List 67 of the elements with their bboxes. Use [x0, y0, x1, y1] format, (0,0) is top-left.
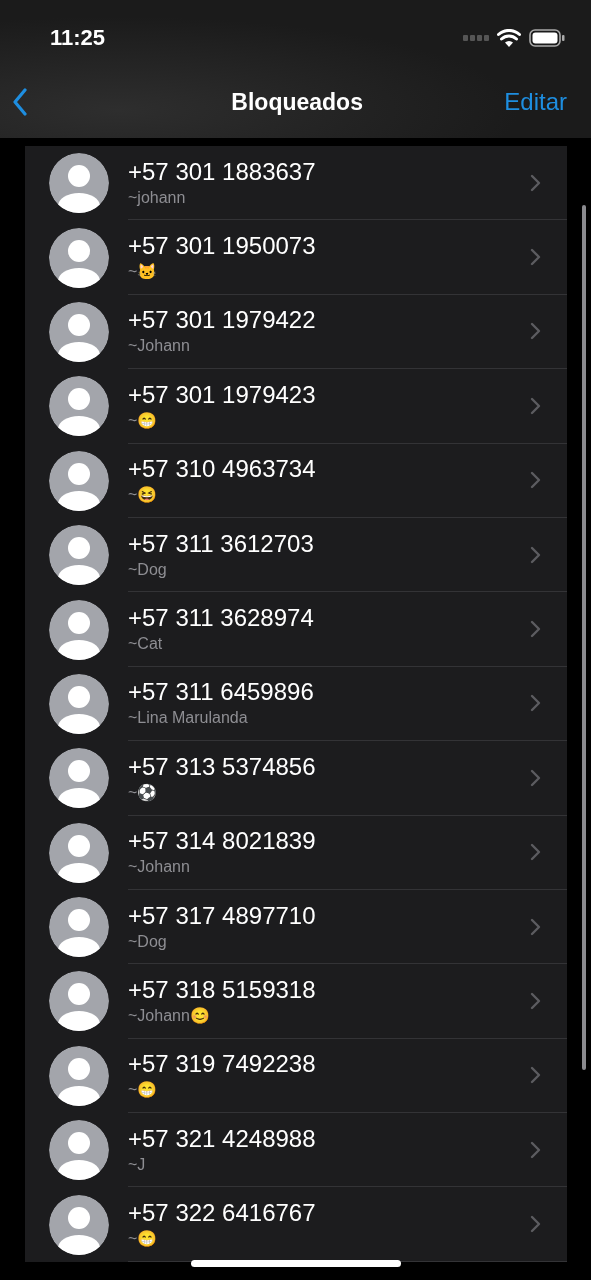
avatar-icon [49, 376, 109, 437]
contact-phone[interactable]: +57 301 1883637 [128, 157, 316, 186]
contact-name: ~Lina Marulanda [128, 708, 249, 729]
battery-icon [529, 29, 565, 47]
contact-name: ~Cat [128, 634, 164, 655]
contact-phone[interactable]: +57 301 1979423 [128, 380, 316, 409]
avatar-icon [49, 1045, 109, 1106]
wifi-icon [497, 29, 521, 47]
avatar-icon [49, 301, 109, 362]
contact-name: ~😁 [128, 1080, 159, 1101]
contact-phone[interactable]: +57 318 5159318 [128, 976, 316, 1004]
contact-phone[interactable]: +57 301 1979422 [128, 306, 316, 335]
chevron-icon[interactable] [530, 396, 541, 415]
contact-name: ~J [128, 1154, 147, 1175]
chevron-icon[interactable] [530, 1215, 541, 1234]
page-title: Bloqueados [231, 88, 363, 116]
chevron-icon[interactable] [530, 620, 541, 639]
status-time: 11:25 [50, 25, 106, 51]
chevron-icon[interactable] [530, 322, 541, 341]
avatar-icon [49, 525, 109, 586]
chevron-icon[interactable] [530, 694, 541, 713]
contact-phone[interactable]: +57 311 6459896 [128, 678, 314, 707]
contact-name: ~johann [128, 187, 187, 208]
contact-name: ~Johann [128, 857, 191, 878]
avatar-icon [49, 822, 109, 883]
contact-phone[interactable]: +57 319 7492238 [128, 1050, 316, 1079]
avatar-icon [49, 450, 109, 511]
cellular-signal-icon [463, 35, 489, 41]
avatar-icon [49, 1194, 109, 1255]
contact-phone[interactable]: +57 321 4248988 [128, 1124, 316, 1153]
chevron-icon[interactable] [530, 471, 541, 490]
contact-name: ~Dog [128, 931, 168, 952]
edit-button[interactable]: Editar [504, 88, 567, 116]
contact-name: ~⚽ [128, 782, 159, 803]
avatar-icon [49, 971, 109, 1032]
chevron-icon[interactable] [530, 1140, 541, 1159]
chevron-icon[interactable] [530, 843, 541, 862]
chevron-icon[interactable] [530, 248, 541, 267]
chevron-icon[interactable] [530, 545, 541, 564]
avatar-icon [49, 599, 109, 660]
chevron-icon[interactable] [530, 992, 541, 1010]
contact-name: ~Johann😊 [128, 1006, 211, 1026]
avatar-icon [49, 748, 109, 809]
back-button[interactable] [12, 88, 28, 116]
contact-name: ~😆 [128, 485, 159, 506]
avatar-icon [49, 673, 109, 734]
avatar-icon [49, 897, 109, 958]
chevron-icon[interactable] [530, 1066, 541, 1085]
contact-name: ~Dog [128, 559, 168, 580]
contact-name: ~🐱 [128, 262, 159, 283]
contact-phone[interactable]: +57 311 3628974 [128, 604, 314, 633]
contact-phone[interactable]: +57 311 3612703 [128, 529, 314, 558]
contact-phone[interactable]: +57 317 4897710 [128, 901, 316, 930]
avatar-icon [49, 153, 109, 214]
chevron-icon[interactable] [530, 173, 541, 192]
chevron-icon[interactable] [530, 768, 541, 787]
contact-phone[interactable]: +57 322 6416767 [128, 1199, 316, 1228]
contact-phone[interactable]: +57 310 4963734 [128, 455, 316, 484]
contact-phone[interactable]: +57 313 5374856 [128, 752, 316, 781]
contact-phone[interactable]: +57 314 8021839 [128, 827, 316, 856]
contact-name: ~Johann [128, 336, 191, 357]
contact-name: ~😁 [128, 1229, 159, 1250]
avatar-icon [49, 1120, 109, 1181]
avatar-icon [49, 227, 109, 288]
chevron-icon[interactable] [530, 917, 541, 936]
contact-phone[interactable]: +57 301 1950073 [128, 232, 316, 261]
contact-name: ~😁 [128, 410, 159, 431]
